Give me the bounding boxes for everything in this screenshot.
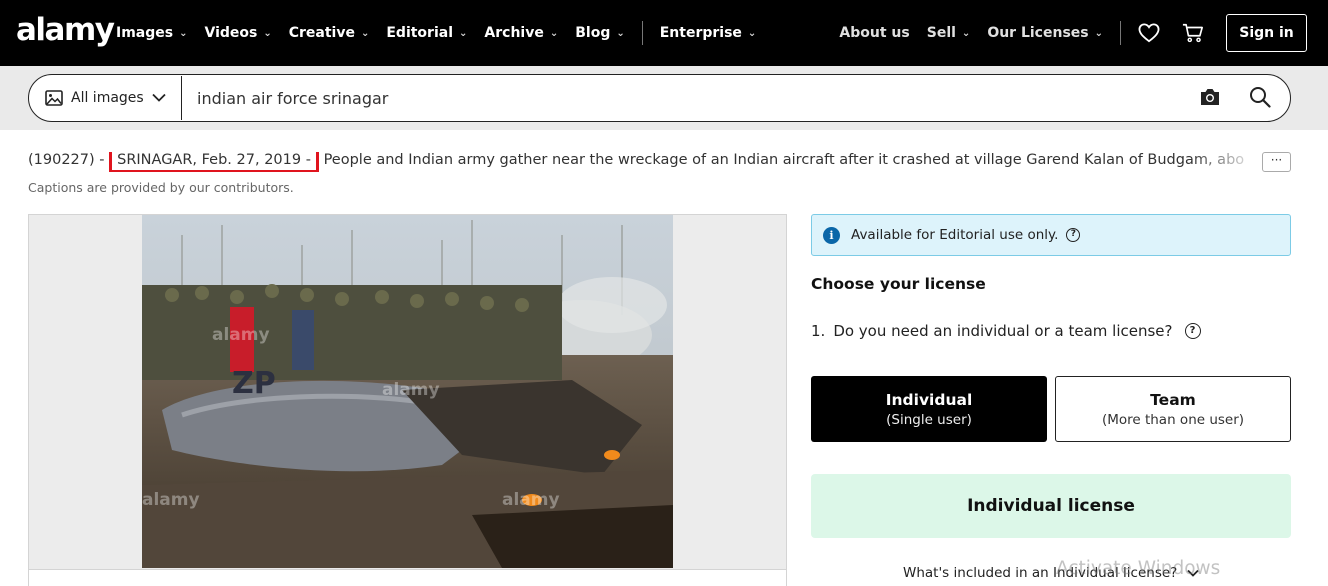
nav-blog-label: Blog xyxy=(575,25,611,41)
nav-about-label: About us xyxy=(839,25,910,41)
nav-enterprise-label: Enterprise xyxy=(659,25,742,41)
nav-blog[interactable]: Blog ⌄ xyxy=(575,25,625,41)
stock-photo[interactable]: ZP alamy alamy alamy alamy xyxy=(142,215,673,568)
photo-watermark: alamy xyxy=(382,380,440,400)
caption-text: People and Indian army gather near the w… xyxy=(323,152,1245,168)
license-question: 1. Do you need an individual or a team l… xyxy=(811,322,1201,340)
caption-id: (190227) - xyxy=(28,152,105,168)
nav-videos-label: Videos xyxy=(204,25,258,41)
chevron-down-icon: ⌄ xyxy=(616,27,625,39)
cart-icon[interactable] xyxy=(1182,22,1204,44)
search-scope-dropdown[interactable]: All images xyxy=(45,75,166,121)
expand-caption-button[interactable]: ··· xyxy=(1262,152,1291,172)
nav-creative[interactable]: Creative ⌄ xyxy=(289,25,370,41)
nav-sell[interactable]: Sell ⌄ xyxy=(927,25,971,41)
chevron-down-icon: ⌄ xyxy=(360,27,370,39)
choose-license-title: Choose your license xyxy=(811,275,986,293)
question-number: 1. xyxy=(811,322,826,340)
nav-divider xyxy=(641,21,643,45)
windows-activation-watermark: Activate Windows xyxy=(1056,558,1221,579)
individual-license-option[interactable]: Individual (Single user) xyxy=(811,376,1047,442)
chevron-down-icon: ⌄ xyxy=(961,27,971,39)
top-navigation-bar: alamy Images ⌄ Videos ⌄ Creative ⌄ Editoria… xyxy=(0,0,1328,66)
nav-our-licenses[interactable]: Our Licenses ⌄ xyxy=(987,25,1103,41)
option-subtitle: (Single user) xyxy=(886,411,972,428)
editorial-use-notice: i Available for Editorial use only. ? xyxy=(811,214,1291,256)
search-input[interactable]: indian air force srinagar xyxy=(197,75,1177,121)
option-subtitle: (More than one user) xyxy=(1101,411,1245,428)
chevron-down-icon: ⌄ xyxy=(459,27,468,39)
nav-about-us[interactable]: About us xyxy=(839,25,909,41)
image-icon xyxy=(45,90,63,106)
nav-editorial-label: Editorial xyxy=(386,25,454,41)
nav-archive-label: Archive xyxy=(484,25,544,41)
search-bar: All images indian air force srinagar xyxy=(28,74,1291,122)
camera-icon[interactable] xyxy=(1199,87,1223,109)
chevron-down-icon: ⌄ xyxy=(179,27,188,39)
search-icon[interactable] xyxy=(1249,86,1273,110)
image-panel-footer xyxy=(28,569,787,586)
nav-creative-label: Creative xyxy=(288,25,355,41)
team-license-option[interactable]: Team (More than one user) xyxy=(1055,376,1291,442)
chevron-down-icon: ⌄ xyxy=(263,27,272,39)
svg-text:ZP: ZP xyxy=(232,366,276,401)
caption-note: Captions are provided by our contributor… xyxy=(28,180,294,195)
nav-images[interactable]: Images ⌄ xyxy=(116,25,187,41)
help-icon[interactable]: ? xyxy=(1184,323,1201,339)
chevron-down-icon xyxy=(152,90,166,106)
sign-in-button[interactable]: Sign in xyxy=(1226,14,1307,52)
notice-text: Available for Editorial use only. xyxy=(851,227,1059,243)
chevron-down-icon: ⌄ xyxy=(747,27,757,39)
info-icon: i xyxy=(823,226,840,244)
photo-watermark: alamy xyxy=(502,490,560,510)
search-scope-divider xyxy=(181,76,182,120)
question-text: Do you need an individual or a team lice… xyxy=(833,322,1173,340)
individual-license-panel[interactable]: Individual license xyxy=(811,474,1291,538)
search-scope-label: All images xyxy=(71,90,144,106)
nav-enterprise[interactable]: Enterprise ⌄ xyxy=(660,25,757,41)
nav-videos[interactable]: Videos ⌄ xyxy=(204,25,271,41)
nav-archive[interactable]: Archive ⌄ xyxy=(484,25,558,41)
photo-watermark: alamy xyxy=(142,490,200,510)
option-title: Individual xyxy=(885,390,973,409)
nav-sell-label: Sell xyxy=(926,25,956,41)
photo-watermark: alamy xyxy=(212,325,270,345)
caption-fade xyxy=(1190,150,1260,174)
secondary-nav: About us Sell ⌄ Our Licenses ⌄ Sign in xyxy=(839,0,1307,66)
heart-icon[interactable] xyxy=(1138,22,1160,44)
nav-licenses-label: Our Licenses xyxy=(987,25,1089,41)
nav-divider xyxy=(1120,21,1121,45)
chevron-down-icon: ⌄ xyxy=(1094,27,1103,39)
image-caption: (190227) - SRINAGAR, Feb. 27, 2019 - Peo… xyxy=(28,152,1258,172)
chevron-down-icon: ⌄ xyxy=(549,27,559,39)
search-band: All images indian air force srinagar xyxy=(0,66,1328,130)
nav-images-label: Images xyxy=(116,25,174,41)
alamy-logo[interactable]: alamy xyxy=(16,12,115,48)
option-title: Team xyxy=(1150,390,1196,409)
nav-editorial[interactable]: Editorial ⌄ xyxy=(386,25,467,41)
caption-highlighted-dateline: SRINAGAR, Feb. 27, 2019 - xyxy=(109,152,319,172)
primary-nav: Images ⌄ Videos ⌄ Creative ⌄ Editorial ⌄ Arc… xyxy=(116,0,773,66)
help-icon[interactable]: ? xyxy=(1066,228,1081,242)
